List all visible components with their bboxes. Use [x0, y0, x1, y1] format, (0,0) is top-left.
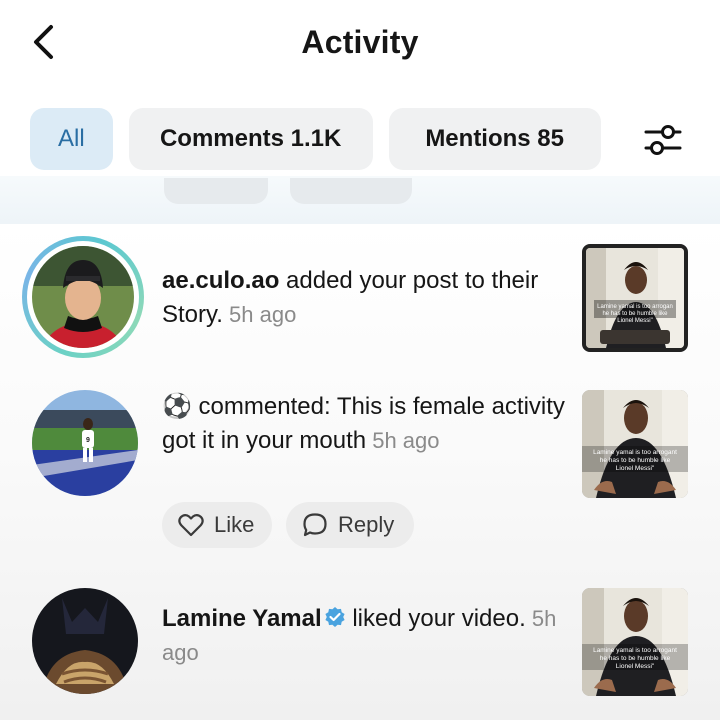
svg-text:Lamine yamal is too arrogan: Lamine yamal is too arrogan — [597, 304, 673, 310]
filter-tabs: All Comments 1.1K Mentions 85 — [30, 108, 601, 170]
timestamp: 5h ago — [222, 302, 297, 327]
reply-label: Reply — [338, 512, 395, 537]
list-item[interactable]: ae.culo.ao added your post to their Stor… — [0, 224, 720, 374]
story-ring[interactable] — [22, 236, 144, 358]
post-thumbnail[interactable]: Lamine yamal is too arrogant he has to b… — [582, 390, 688, 498]
svg-text:Lionel Messi": Lionel Messi" — [617, 318, 652, 324]
notification-message: liked your video. — [345, 605, 526, 632]
tab-all[interactable]: All — [30, 108, 113, 170]
page-title: Activity — [301, 24, 419, 60]
svg-text:Lionel Messi": Lionel Messi" — [616, 663, 655, 670]
svg-text:Lionel Messi": Lionel Messi" — [616, 465, 655, 472]
verified-badge-icon — [325, 607, 345, 627]
hidden-like-pill — [164, 178, 268, 204]
speech-bubble-icon — [303, 513, 327, 537]
list-item[interactable]: 9 ⚽ commented: This is female activity g… — [0, 384, 720, 554]
heart-outline-icon — [178, 514, 204, 537]
reply-button[interactable]: Reply — [286, 502, 414, 548]
post-thumbnail[interactable]: Lamine yamal is too arrogan he has to be… — [582, 244, 688, 352]
notification-text: ae.culo.ao added your post to their Stor… — [162, 264, 572, 332]
filter-button[interactable] — [636, 118, 690, 162]
soccer-ball-emoji: ⚽ — [162, 393, 192, 420]
svg-text:he has to be humble like: he has to be humble like — [600, 655, 671, 662]
sliders-icon — [644, 125, 682, 155]
svg-text:he has to be humble like: he has to be humble like — [602, 311, 668, 317]
post-thumbnail[interactable]: Lamine yamal is too arrogant he has to b… — [582, 588, 688, 696]
like-label: Like — [214, 512, 255, 537]
avatar[interactable] — [32, 588, 138, 694]
svg-text:he has to be humble like: he has to be humble like — [600, 457, 671, 464]
svg-text:Lamine yamal is too arrogant: Lamine yamal is too arrogant — [593, 647, 677, 654]
svg-text:9: 9 — [86, 437, 90, 444]
activity-list: ae.culo.ao added your post to their Stor… — [0, 224, 720, 720]
username[interactable]: Lamine Yamal — [162, 605, 322, 632]
svg-text:Lamine yamal is too arrogant: Lamine yamal is too arrogant — [593, 449, 677, 456]
tab-comments[interactable]: Comments 1.1K — [128, 108, 373, 170]
notification-text: ⚽ commented: This is female activity got… — [162, 390, 572, 458]
avatar — [32, 246, 134, 348]
avatar[interactable]: 9 — [32, 390, 138, 496]
tab-mentions[interactable]: Mentions 85 — [388, 108, 601, 170]
header: Activity — [0, 0, 720, 96]
notification-text: Lamine Yamal liked your video. 5h ago — [162, 602, 572, 670]
list-item[interactable]: Lamine Yamal liked your video. 5h ago La… — [0, 580, 720, 720]
username[interactable]: ae.culo.ao — [162, 267, 279, 294]
hidden-reply-pill — [290, 178, 412, 204]
like-button[interactable]: Like — [162, 502, 272, 548]
notification-message: commented: This is female activity got i… — [162, 393, 565, 454]
timestamp: 5h ago — [366, 428, 440, 453]
